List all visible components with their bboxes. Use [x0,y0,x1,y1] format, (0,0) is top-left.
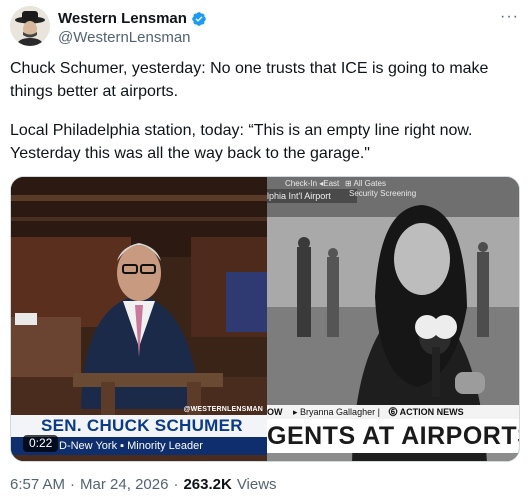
views-count: 263.2K [183,476,232,493]
author-handle[interactable]: @WesternLensman [58,29,191,46]
tweet-paragraph: Local Philadelphia station, today: “This… [10,122,473,162]
news-ticker-bar: OW ▸ Bryanna Gallagher | ⓺ ACTION NEWS [267,405,519,419]
airport-sign: Check-In ◂East [285,179,340,188]
verified-badge-icon [192,11,206,26]
author-name-row[interactable]: Western Lensman [58,10,207,27]
airport-sign: ⊞ All Gates [345,179,386,188]
meta-separator: · [70,476,76,493]
ticker-fragment: OW [267,407,283,417]
video-player[interactable]: @WESTERNLENSMAN SEN. CHUCK SCHUMER D-New… [10,176,520,462]
meta-separator: · [173,476,179,493]
tweet-time[interactable]: 6:57 AM [10,476,65,493]
watermark: @WESTERNLENSMAN [183,406,263,413]
video-timer: 0:22 [23,435,59,452]
views-label: Views [236,476,277,493]
video-right-panel: Check-In ◂East ⊞ All Gates Security Scre… [267,177,519,461]
tweet-header: Western Lensman @WesternLensman ··· [10,6,519,50]
reporter-name: ▸ Bryanna Gallagher | [293,407,380,417]
news-headline: GENTS AT AIRPORTS [267,419,519,453]
tweet-body: Chuck Schumer, yesterday: No one trusts … [10,57,520,165]
network-logo: ⓺ ACTION NEWS [388,407,464,417]
cowboy-avatar-icon[interactable] [10,6,50,46]
lower-third-name: SEN. CHUCK SCHUMER [11,415,267,437]
video-left-panel: @WESTERNLENSMAN SEN. CHUCK SCHUMER D-New… [11,177,267,461]
airport-sign: lphia Int'l Airport [267,191,331,201]
tweet-meta: 6:57 AM · Mar 24, 2026 · 263.2K Views [10,476,277,493]
tweet-date[interactable]: Mar 24, 2026 [80,476,168,493]
author-display-name[interactable]: Western Lensman [58,10,187,27]
tweet-paragraph: Chuck Schumer, yesterday: No one trusts … [10,60,489,100]
airport-sign: Security Screening [349,189,417,198]
ellipsis-icon[interactable]: ··· [500,8,519,26]
